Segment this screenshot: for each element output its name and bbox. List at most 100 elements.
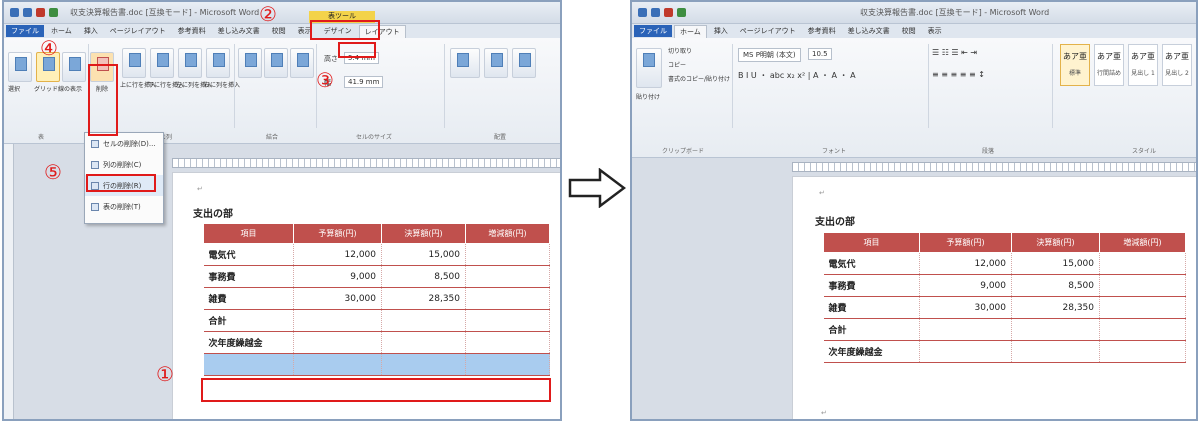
cell-align-button[interactable] — [450, 48, 480, 78]
row-actual[interactable]: 28,350 — [381, 287, 466, 310]
row-label[interactable]: 雑費 — [823, 296, 920, 319]
row-actual[interactable] — [381, 309, 466, 332]
redo-icon[interactable] — [677, 8, 686, 17]
style-heading-2[interactable]: あア亜 見出し 2 — [1162, 44, 1192, 86]
row-label[interactable]: 次年度繰越金 — [203, 331, 294, 354]
document-page[interactable]: ↵ 支出の部 項目 予算額(円) 決算額(円) 増減額(円) 電気代 12,00… — [792, 176, 1196, 419]
row-budget[interactable] — [293, 309, 382, 332]
save-icon[interactable] — [23, 8, 32, 17]
tab-page-layout[interactable]: ページレイアウト — [735, 25, 801, 37]
table-row[interactable]: 雑費 30,000 28,350 — [823, 296, 1186, 319]
row-diff[interactable] — [465, 287, 550, 310]
tab-insert[interactable]: 挿入 — [709, 25, 733, 37]
expenditure-table[interactable]: 項目 予算額(円) 決算額(円) 増減額(円) 電気代 12,000 15,00… — [203, 223, 550, 376]
horizontal-ruler[interactable] — [172, 158, 560, 168]
row-budget[interactable]: 12,000 — [293, 243, 382, 266]
insert-left-button[interactable] — [178, 48, 202, 78]
row-diff[interactable] — [1099, 318, 1186, 341]
menu-delete-columns[interactable]: 列の削除(C) — [85, 154, 163, 175]
tab-mailings[interactable]: 差し込み文書 — [213, 25, 265, 37]
table-row[interactable]: 合計 — [823, 318, 1186, 341]
list-buttons[interactable]: ☰ ☷ ☰ ⇤ ⇥ — [932, 48, 977, 57]
row-actual[interactable]: 8,500 — [381, 265, 466, 288]
row-diff[interactable] — [465, 265, 550, 288]
insert-below-button[interactable] — [150, 48, 174, 78]
table-row[interactable]: 合計 — [203, 309, 550, 332]
cut-button[interactable]: 切り取り — [668, 46, 692, 55]
horizontal-ruler[interactable] — [792, 162, 1196, 172]
font-name-select[interactable]: MS P明朝 (本文) — [738, 48, 801, 62]
cell-margins-button[interactable] — [512, 48, 536, 78]
row-budget[interactable]: 9,000 — [293, 265, 382, 288]
tab-references[interactable]: 参考資料 — [803, 25, 841, 37]
tab-review[interactable]: 校閲 — [267, 25, 291, 37]
width-input[interactable]: 41.9 mm — [344, 76, 384, 88]
row-actual[interactable]: 8,500 — [1011, 274, 1100, 297]
row-label[interactable]: 合計 — [823, 318, 920, 341]
row-diff[interactable] — [465, 309, 550, 332]
table-row[interactable]: 雑費 30,000 28,350 — [203, 287, 550, 310]
row-actual[interactable] — [381, 331, 466, 354]
table-row[interactable]: 電気代 12,000 15,000 — [823, 252, 1186, 275]
row-budget[interactable] — [919, 318, 1012, 341]
text-direction-button[interactable] — [484, 48, 508, 78]
row-diff[interactable] — [1099, 274, 1186, 297]
row-label[interactable]: 電気代 — [203, 243, 294, 266]
row-actual[interactable]: 15,000 — [381, 243, 466, 266]
undo-icon[interactable] — [36, 8, 45, 17]
style-normal[interactable]: あア亜 標準 — [1060, 44, 1090, 86]
row-label[interactable]: 雑費 — [203, 287, 294, 310]
row-label[interactable]: 次年度繰越金 — [823, 340, 920, 363]
row-diff[interactable] — [465, 331, 550, 354]
table-row[interactable]: 次年度繰越金 — [823, 340, 1186, 363]
tab-page-layout[interactable]: ページレイアウト — [105, 25, 171, 37]
row-budget[interactable] — [919, 340, 1012, 363]
row-diff[interactable] — [465, 353, 550, 376]
row-budget[interactable]: 9,000 — [919, 274, 1012, 297]
tab-file[interactable]: ファイル — [6, 25, 44, 37]
row-diff[interactable] — [465, 243, 550, 266]
row-label[interactable] — [203, 353, 294, 376]
table-row[interactable]: 事務費 9,000 8,500 — [823, 274, 1186, 297]
menu-delete-table[interactable]: 表の削除(T) — [85, 196, 163, 217]
align-buttons[interactable]: ≡ ≡ ≡ ≡ ≡ ↕ — [932, 70, 985, 79]
tab-references[interactable]: 参考資料 — [173, 25, 211, 37]
row-budget[interactable]: 30,000 — [919, 296, 1012, 319]
copy-button[interactable]: コピー — [668, 60, 686, 69]
row-actual[interactable] — [381, 353, 466, 376]
font-format-buttons[interactable]: B I U ・ abc x₂ x² | A ・ A ・ A — [738, 70, 856, 81]
style-heading-1[interactable]: あア亜 見出し 1 — [1128, 44, 1158, 86]
menu-delete-cells[interactable]: セルの削除(D)... — [85, 133, 163, 154]
selected-empty-row[interactable] — [203, 353, 550, 376]
row-diff[interactable] — [1099, 296, 1186, 319]
table-row[interactable]: 電気代 12,000 15,000 — [203, 243, 550, 266]
insert-above-button[interactable] — [122, 48, 146, 78]
tab-view[interactable]: 表示 — [923, 25, 947, 37]
tab-mailings[interactable]: 差し込み文書 — [843, 25, 895, 37]
split-table-button[interactable] — [290, 48, 314, 78]
table-row[interactable]: 次年度繰越金 — [203, 331, 550, 354]
tab-home[interactable]: ホーム — [674, 24, 707, 38]
expenditure-table[interactable]: 項目 予算額(円) 決算額(円) 増減額(円) 電気代 12,000 15,00… — [823, 232, 1186, 363]
row-budget[interactable]: 12,000 — [919, 252, 1012, 275]
select-button[interactable] — [8, 52, 32, 82]
row-actual[interactable]: 15,000 — [1011, 252, 1100, 275]
row-label[interactable]: 電気代 — [823, 252, 920, 275]
format-painter-button[interactable]: 書式のコピー/貼り付け — [668, 74, 730, 83]
tab-file[interactable]: ファイル — [634, 25, 672, 37]
redo-icon[interactable] — [49, 8, 58, 17]
row-budget[interactable]: 30,000 — [293, 287, 382, 310]
row-diff[interactable] — [1099, 340, 1186, 363]
row-budget[interactable] — [293, 331, 382, 354]
row-label[interactable]: 事務費 — [823, 274, 920, 297]
row-budget[interactable] — [293, 353, 382, 376]
split-cells-button[interactable] — [264, 48, 288, 78]
table-row[interactable]: 事務費 9,000 8,500 — [203, 265, 550, 288]
font-size-select[interactable]: 10.5 — [808, 48, 832, 60]
insert-right-button[interactable] — [206, 48, 230, 78]
style-no-spacing[interactable]: あア亜 行間詰め — [1094, 44, 1124, 86]
properties-button[interactable] — [62, 52, 86, 82]
save-icon[interactable] — [651, 8, 660, 17]
vertical-ruler[interactable] — [4, 144, 14, 419]
row-actual[interactable] — [1011, 340, 1100, 363]
